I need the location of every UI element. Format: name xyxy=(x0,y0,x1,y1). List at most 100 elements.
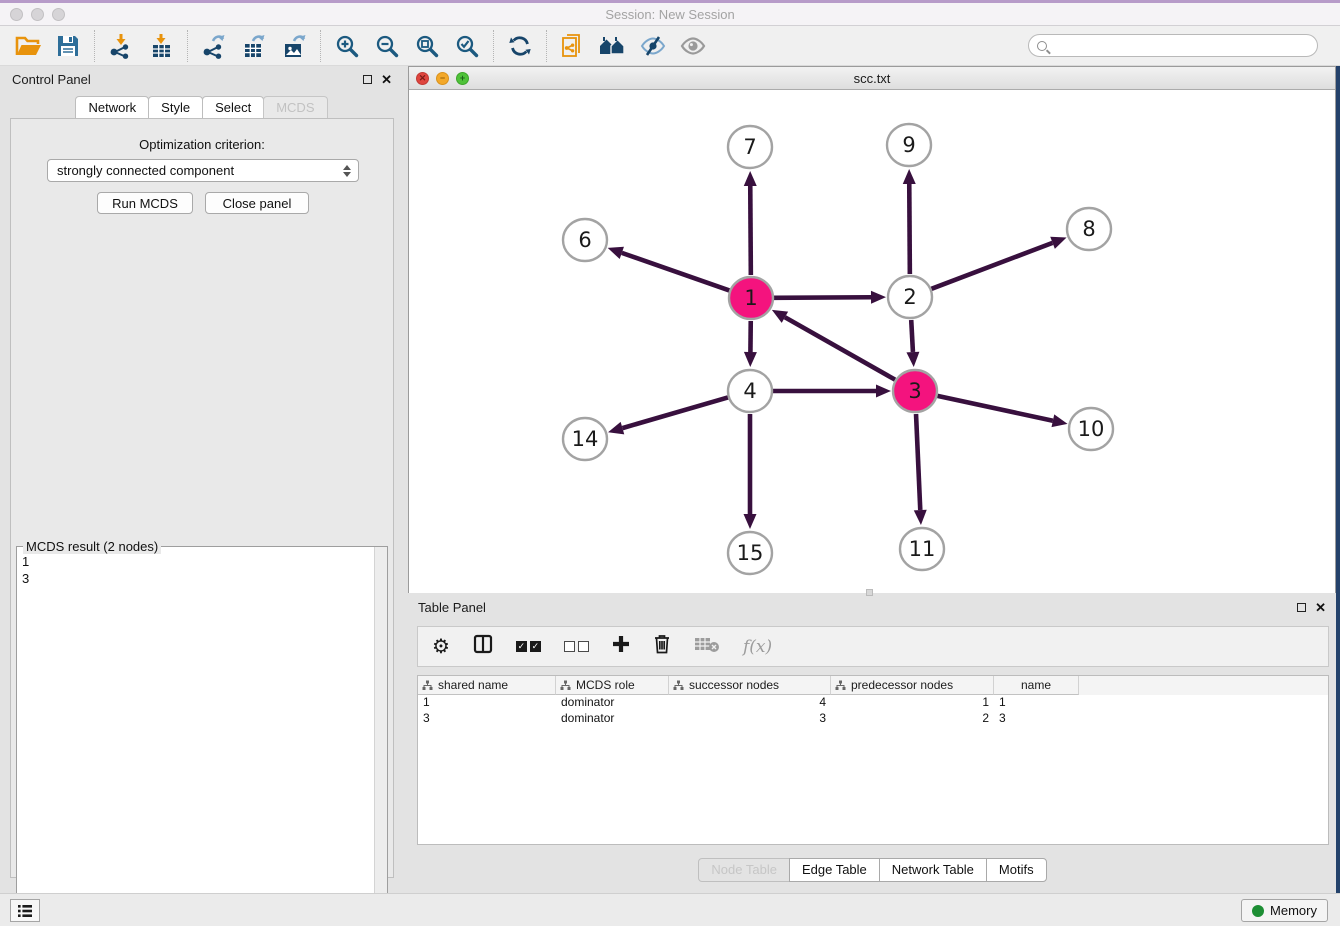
search-input[interactable] xyxy=(1053,39,1309,53)
search-icon xyxy=(1037,41,1047,51)
graph-edge-arrowhead xyxy=(1052,414,1068,427)
list-icon xyxy=(17,904,33,918)
graph-edge[interactable] xyxy=(911,320,913,352)
close-panel-button[interactable]: Close panel xyxy=(205,192,309,214)
import-network-icon[interactable] xyxy=(101,28,141,64)
table-settings-gear-icon[interactable]: ⚙ xyxy=(432,634,450,659)
table-cell[interactable]: 3 xyxy=(669,711,831,727)
tab-node-table[interactable]: Node Table xyxy=(698,858,790,882)
network-view-window: ✕ − + scc.txt 1234678910111415 xyxy=(408,66,1336,593)
tab-select[interactable]: Select xyxy=(202,96,264,119)
graph-node-label: 3 xyxy=(908,379,921,403)
graph-edge-arrowhead xyxy=(1050,237,1066,249)
table-header-row: shared nameMCDS rolesuccessor nodesprede… xyxy=(418,676,1328,695)
deselect-all-columns-icon[interactable] xyxy=(564,641,589,652)
import-table-icon[interactable] xyxy=(141,28,181,64)
column-header-name[interactable]: name xyxy=(994,676,1079,695)
graph-edge[interactable] xyxy=(750,186,751,275)
delete-column-trash-icon[interactable] xyxy=(653,634,671,659)
add-column-icon[interactable] xyxy=(612,635,630,658)
zoom-in-icon[interactable] xyxy=(327,28,367,64)
optimization-criterion-select[interactable]: strongly connected component xyxy=(47,159,359,182)
open-file-icon[interactable] xyxy=(8,28,48,64)
hide-selected-icon[interactable] xyxy=(633,28,673,64)
graph-edge-arrowhead xyxy=(744,514,757,529)
tab-network-table[interactable]: Network Table xyxy=(879,858,987,882)
network-canvas[interactable]: 1234678910111415 xyxy=(409,90,1335,593)
column-sort-icon xyxy=(673,680,684,691)
table-row[interactable]: 3dominator323 xyxy=(418,711,1328,727)
clone-network-icon[interactable] xyxy=(553,28,593,64)
table-body: 1dominator4113dominator323 xyxy=(418,695,1328,727)
tab-network[interactable]: Network xyxy=(75,96,149,119)
graph-edge-arrowhead xyxy=(608,247,624,259)
table-cell[interactable]: 2 xyxy=(831,711,994,727)
close-panel-icon[interactable]: ✕ xyxy=(381,75,392,84)
column-header-successor-nodes[interactable]: successor nodes xyxy=(669,676,831,695)
task-history-button[interactable] xyxy=(10,899,40,922)
table-cell[interactable]: 3 xyxy=(994,711,1079,727)
graph-edge[interactable] xyxy=(932,243,1053,289)
close-table-panel-icon[interactable]: ✕ xyxy=(1315,603,1326,612)
zoom-out-icon[interactable] xyxy=(367,28,407,64)
graph-edge[interactable] xyxy=(622,397,727,428)
toolbar-separator xyxy=(320,30,321,62)
graph-edge[interactable] xyxy=(785,317,895,379)
table-panel-title: Table Panel xyxy=(418,600,486,615)
function-builder-icon[interactable]: f(x) xyxy=(743,637,772,657)
memory-button[interactable]: Memory xyxy=(1241,899,1328,922)
memory-status-icon xyxy=(1252,905,1264,917)
table-cell[interactable]: 1 xyxy=(831,695,994,711)
graph-node-label: 11 xyxy=(909,537,936,561)
toolbar-separator xyxy=(546,30,547,62)
float-table-panel-icon[interactable] xyxy=(1297,603,1306,612)
table-cell[interactable]: 3 xyxy=(418,711,556,727)
save-session-icon[interactable] xyxy=(48,28,88,64)
delete-table-icon[interactable] xyxy=(694,635,720,658)
graph-edge-arrowhead xyxy=(914,510,927,525)
table-cell[interactable]: dominator xyxy=(556,711,669,727)
refresh-icon[interactable] xyxy=(500,28,540,64)
graph-edge[interactable] xyxy=(622,253,729,291)
optimization-criterion-label: Optimization criterion: xyxy=(11,137,393,152)
search-box[interactable] xyxy=(1028,34,1318,57)
table-row[interactable]: 1dominator411 xyxy=(418,695,1328,711)
show-all-icon[interactable] xyxy=(673,28,713,64)
tab-mcds[interactable]: MCDS xyxy=(263,96,327,119)
zoom-fit-icon[interactable] xyxy=(407,28,447,64)
first-neighbors-icon[interactable] xyxy=(593,28,633,64)
graph-edge[interactable] xyxy=(774,297,871,298)
column-header-shared-name[interactable]: shared name xyxy=(418,676,556,695)
graph-edge[interactable] xyxy=(937,396,1052,421)
export-network-icon[interactable] xyxy=(194,28,234,64)
graph-edge[interactable] xyxy=(909,184,910,274)
run-mcds-button[interactable]: Run MCDS xyxy=(97,192,193,214)
tab-motifs[interactable]: Motifs xyxy=(986,858,1047,882)
column-header-predecessor-nodes[interactable]: predecessor nodes xyxy=(831,676,994,695)
network-window-titlebar[interactable]: ✕ − + scc.txt xyxy=(409,67,1335,90)
graph-edge[interactable] xyxy=(916,414,920,510)
toolbar-separator xyxy=(187,30,188,62)
table-cell[interactable]: dominator xyxy=(556,695,669,711)
table-cell[interactable]: 4 xyxy=(669,695,831,711)
tab-edge-table[interactable]: Edge Table xyxy=(789,858,880,882)
split-table-icon[interactable] xyxy=(473,634,493,659)
float-panel-icon[interactable] xyxy=(363,75,372,84)
result-scrollbar[interactable] xyxy=(374,547,387,917)
export-table-icon[interactable] xyxy=(234,28,274,64)
column-header-MCDS-role[interactable]: MCDS role xyxy=(556,676,669,695)
export-image-icon[interactable] xyxy=(274,28,314,64)
graph-node-label: 2 xyxy=(903,285,916,309)
toolbar-separator xyxy=(94,30,95,62)
graph-edge-arrowhead xyxy=(876,385,891,398)
tab-style[interactable]: Style xyxy=(148,96,203,119)
select-all-columns-icon[interactable]: ✓✓ xyxy=(516,641,541,652)
titlebar: Session: New Session xyxy=(0,3,1340,26)
table-toolbar: ⚙ ✓✓ f(x) xyxy=(417,626,1329,667)
mcds-result-box: MCDS result (2 nodes) 1 3 xyxy=(16,546,388,918)
table-tabs: Node Table Edge Table Network Table Moti… xyxy=(408,858,1336,882)
table-cell[interactable]: 1 xyxy=(994,695,1079,711)
graph-node-label: 9 xyxy=(902,133,915,157)
zoom-selected-icon[interactable] xyxy=(447,28,487,64)
table-cell[interactable]: 1 xyxy=(418,695,556,711)
